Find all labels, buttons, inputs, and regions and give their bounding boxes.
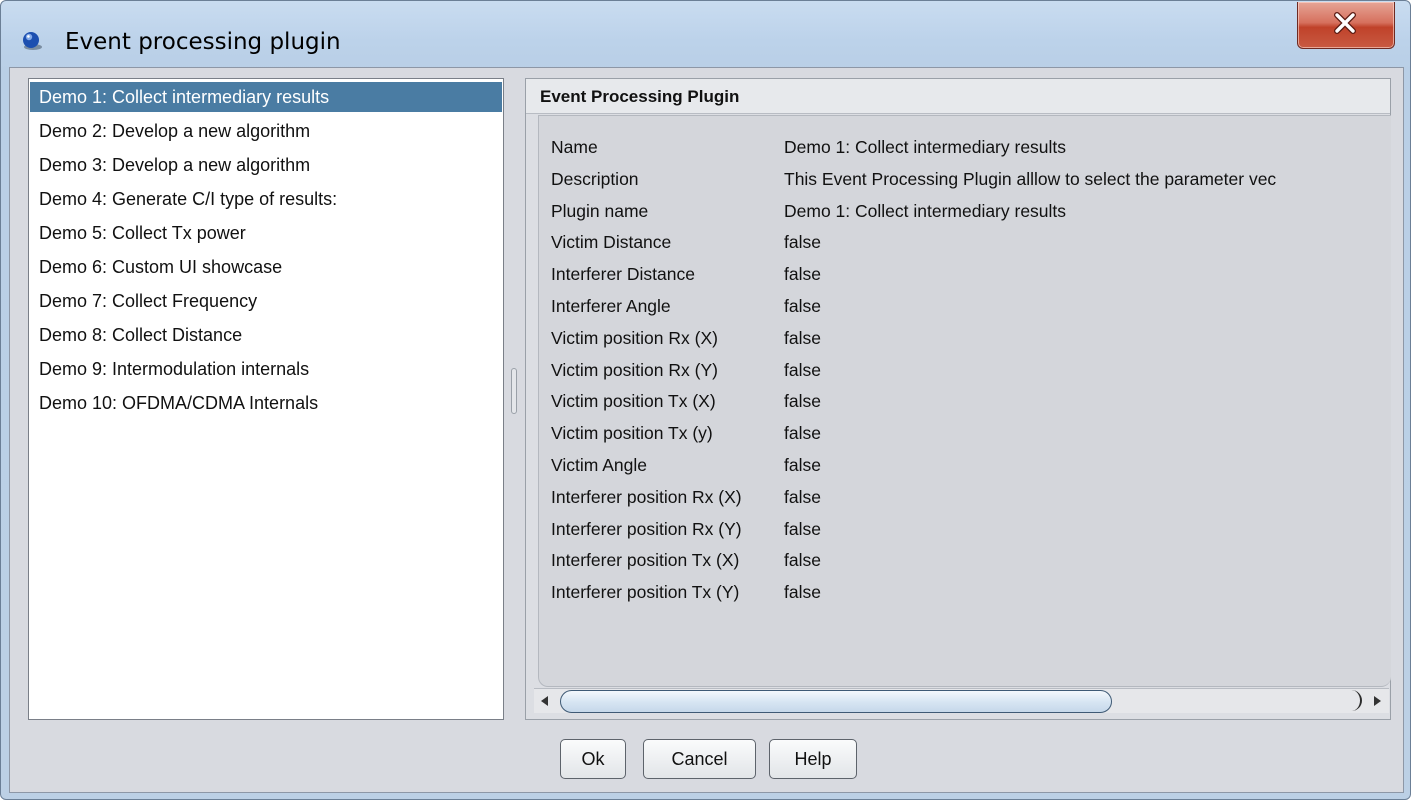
property-value: false (784, 264, 821, 285)
list-item[interactable]: Demo 1: Collect intermediary results (30, 82, 502, 112)
properties-table: Name Demo 1: Collect intermediary results… (538, 115, 1391, 687)
property-key: Name (551, 137, 598, 157)
property-value: false (784, 327, 821, 348)
splitter[interactable] (509, 68, 519, 722)
list-item[interactable]: Demo 6: Custom UI showcase (30, 252, 502, 282)
property-row: Description This Event Processing Plugin … (551, 164, 1391, 196)
property-key: Victim position Tx (X) (551, 391, 716, 412)
property-value: false (784, 550, 821, 571)
property-row: Plugin name Demo 1: Collect intermediary … (551, 196, 1391, 228)
list-item[interactable]: Demo 5: Collect Tx power (30, 218, 502, 248)
panel-header: Event Processing Plugin (526, 79, 1390, 114)
scrollbar-track-end (1340, 690, 1362, 711)
property-key: Victim position Rx (Y) (551, 359, 718, 380)
dialog-window: Event processing plugin Demo 1: Collect … (0, 0, 1411, 800)
property-row: Interferer position Tx (Y) false (551, 577, 1391, 609)
property-value: false (784, 582, 821, 603)
list-item[interactable]: Demo 3: Develop a new algorithm (30, 150, 502, 180)
list-item[interactable]: Demo 2: Develop a new algorithm (30, 116, 502, 146)
horizontal-scrollbar[interactable] (534, 688, 1389, 713)
list-item[interactable]: Demo 8: Collect Distance (30, 320, 502, 350)
help-button[interactable]: Help (769, 739, 857, 779)
property-row: Victim position Rx (Y) false (551, 355, 1391, 387)
property-row: Victim position Tx (y) false (551, 418, 1391, 450)
close-x-icon (1334, 12, 1356, 34)
property-value: false (784, 296, 821, 316)
property-row: Interferer Distance false (551, 259, 1391, 291)
list-item[interactable]: Demo 9: Intermodulation internals (30, 354, 502, 384)
property-key: Interferer Distance (551, 264, 695, 285)
property-row: Interferer position Rx (Y) false (551, 514, 1391, 546)
cancel-button[interactable]: Cancel (643, 739, 756, 779)
property-value: false (784, 359, 821, 380)
plugin-details-panel: Event Processing Plugin Name Demo 1: Coll… (525, 78, 1391, 720)
property-value: false (784, 423, 821, 444)
property-key: Description (551, 168, 639, 189)
list-item[interactable]: Demo 10: OFDMA/CDMA Internals (30, 388, 502, 418)
title-bar[interactable]: Event processing plugin (1, 1, 1410, 67)
property-key: Victim position Tx (y) (551, 423, 713, 444)
property-value: false (784, 455, 821, 475)
property-value: false (784, 232, 821, 253)
property-key: Victim position Rx (X) (551, 327, 718, 348)
scroll-left-arrow-icon[interactable] (536, 693, 554, 709)
splitter-grip[interactable] (511, 368, 517, 414)
property-key: Interferer position Tx (Y) (551, 582, 740, 603)
window-title: Event processing plugin (65, 29, 341, 55)
ok-button[interactable]: Ok (560, 739, 626, 779)
close-button[interactable] (1297, 2, 1395, 49)
property-key: Plugin name (551, 200, 649, 221)
property-row: Name Demo 1: Collect intermediary results (551, 132, 1391, 164)
property-row: Victim position Rx (X) false (551, 323, 1391, 355)
scroll-right-arrow-icon[interactable] (1368, 693, 1386, 709)
property-key: Victim Distance (551, 232, 672, 253)
list-item[interactable]: Demo 4: Generate C/I type of results: (30, 184, 502, 214)
property-key: Interferer position Tx (X) (551, 550, 740, 571)
property-row: Victim Distance false (551, 227, 1391, 259)
property-row: Victim Angle false (551, 450, 1391, 482)
property-key: Interferer Angle (551, 296, 671, 316)
property-value: Demo 1: Collect intermediary results (784, 200, 1067, 221)
property-value: false (784, 391, 821, 412)
property-row: Interferer position Tx (X) false (551, 545, 1391, 577)
blue-sphere-icon (21, 30, 43, 52)
dialog-content: Demo 1: Collect intermediary results Demo… (9, 67, 1404, 793)
property-value: false (784, 486, 821, 507)
plugin-list[interactable]: Demo 1: Collect intermediary results Demo… (28, 78, 504, 720)
property-row: Victim position Tx (X) false (551, 386, 1391, 418)
property-row: Interferer Angle false (551, 291, 1391, 323)
property-row: Interferer position Rx (X) false (551, 482, 1391, 514)
property-value: This Event Processing Plugin alllow to s… (784, 168, 1277, 189)
property-key: Interferer position Rx (Y) (551, 518, 742, 539)
list-item[interactable]: Demo 7: Collect Frequency (30, 286, 502, 316)
scrollbar-thumb[interactable] (560, 690, 1112, 713)
property-key: Interferer position Rx (X) (551, 486, 742, 507)
property-value: Demo 1: Collect intermediary results (784, 137, 1067, 157)
panel-header-title: Event Processing Plugin (540, 87, 740, 106)
property-value: false (784, 518, 821, 539)
property-key: Victim Angle (551, 455, 647, 475)
